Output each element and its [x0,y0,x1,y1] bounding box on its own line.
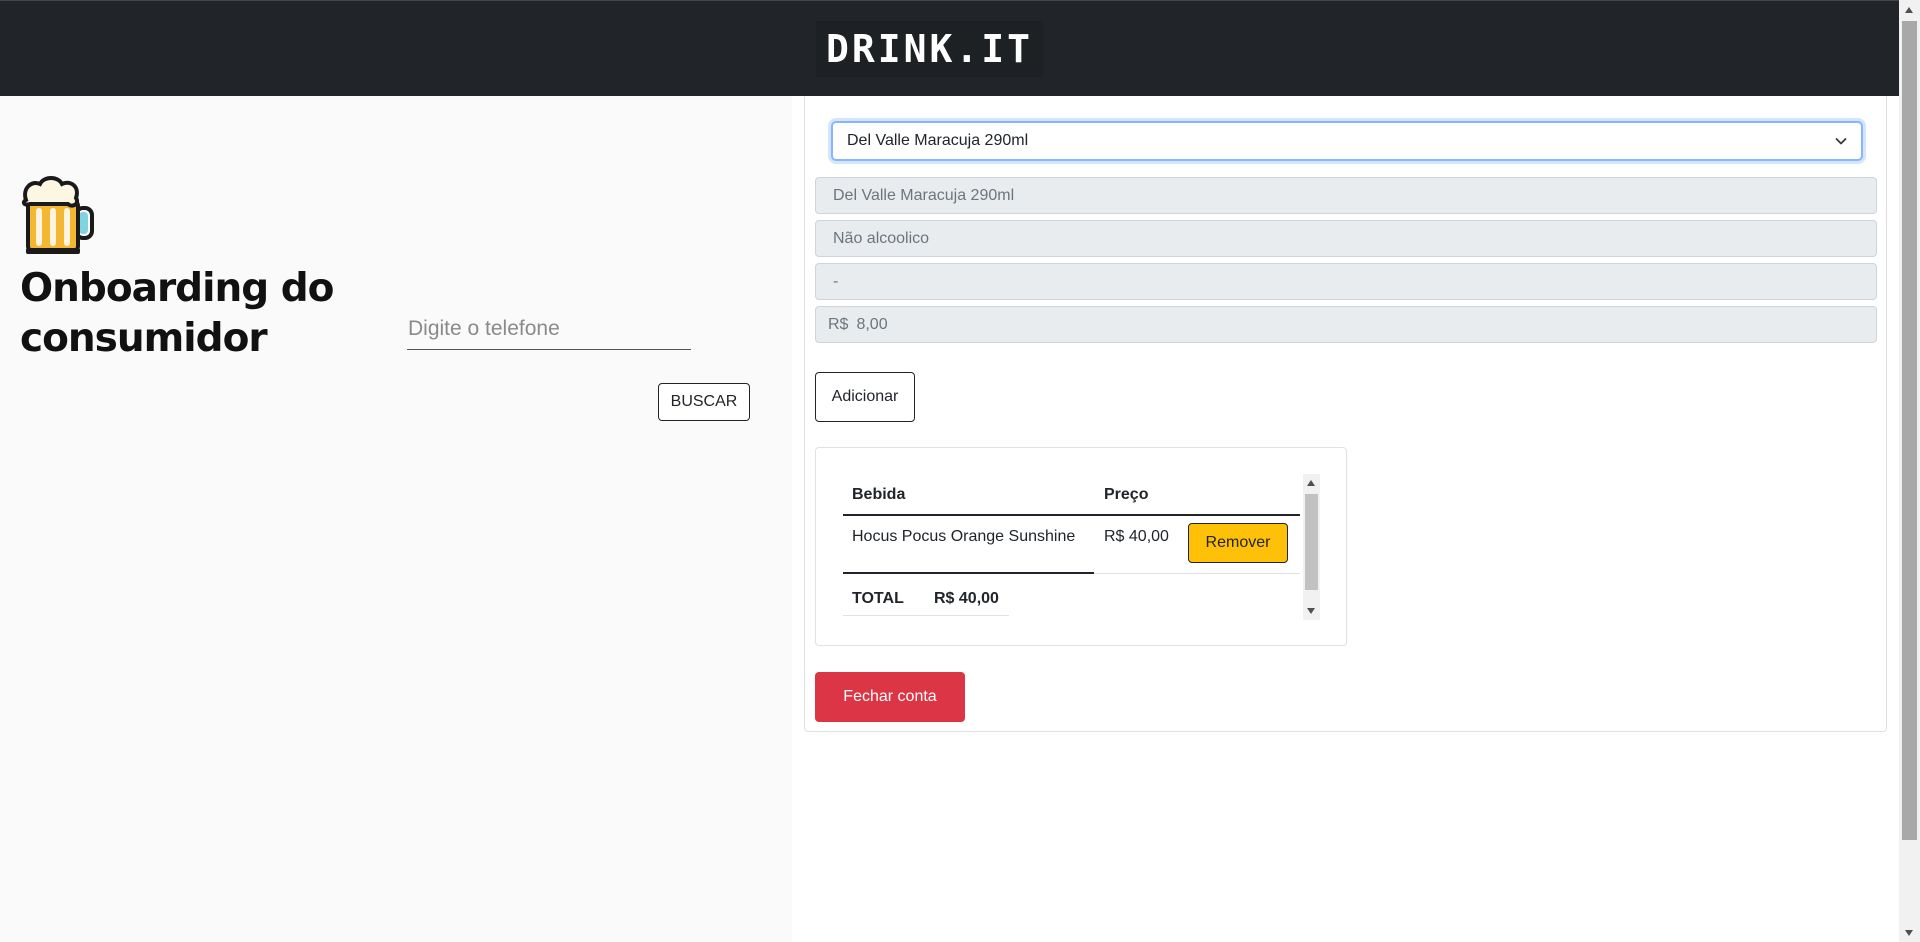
scroll-up-icon[interactable] [1307,480,1315,486]
currency-label: R$ [828,315,849,333]
product-select[interactable]: Del Valle Maracuja 290ml [831,121,1863,161]
product-select-value: Del Valle Maracuja 290ml [847,132,1029,149]
total-underline [843,615,1009,616]
scroll-up-icon[interactable] [1905,7,1913,13]
cart-item-drink: Hocus Pocus Orange Sunshine [852,528,1076,545]
product-name-value: Del Valle Maracuja 290ml [833,186,1015,204]
order-card: Del Valle Maracuja 290ml Del Valle Marac… [804,96,1887,732]
product-price-field: R$ 8,00 [815,306,1877,343]
product-category-field: Não alcoolico [815,220,1877,257]
scroll-down-icon[interactable] [1307,608,1315,614]
onboarding-panel: Onboarding do consumidor BUSCAR [0,96,792,942]
column-header-drink: Bebida [852,486,906,503]
total-divider [843,572,1094,574]
product-price-value: 8,00 [856,315,888,333]
chevron-down-icon [1835,138,1847,145]
navbar: DRINK.IT [0,0,1899,96]
cart-item-price: R$ 40,00 [1104,528,1169,545]
cart-scrollbar[interactable] [1303,474,1320,620]
page-scrollbar[interactable] [1899,0,1920,942]
remove-button[interactable]: Remover [1188,523,1288,563]
cart-table-container: Bebida Preço Hocus Pocus Orange Sunshine… [815,447,1347,646]
close-account-button[interactable]: Fechar conta [815,672,965,722]
product-extra-value: - [833,272,839,290]
total-value: R$ 40,00 [934,590,999,607]
page-title: Onboarding do consumidor [20,266,334,361]
product-category-value: Não alcoolico [833,229,930,247]
column-header-price: Preço [1104,486,1149,503]
phone-input[interactable] [407,308,691,350]
header-divider [843,514,1300,516]
total-label: TOTAL [852,590,904,607]
product-name-field: Del Valle Maracuja 290ml [815,177,1877,214]
brand-logo[interactable]: DRINK.IT [815,20,1044,77]
add-button[interactable]: Adicionar [815,372,915,422]
cart-scrollbar-thumb[interactable] [1305,494,1318,590]
page-scrollbar-thumb[interactable] [1902,21,1917,840]
scroll-down-icon[interactable] [1905,930,1913,936]
beer-mug-icon [21,176,94,254]
product-extra-field: - [815,263,1877,300]
search-button[interactable]: BUSCAR [658,383,750,421]
cart-table: Bebida Preço Hocus Pocus Orange Sunshine… [843,474,1300,620]
